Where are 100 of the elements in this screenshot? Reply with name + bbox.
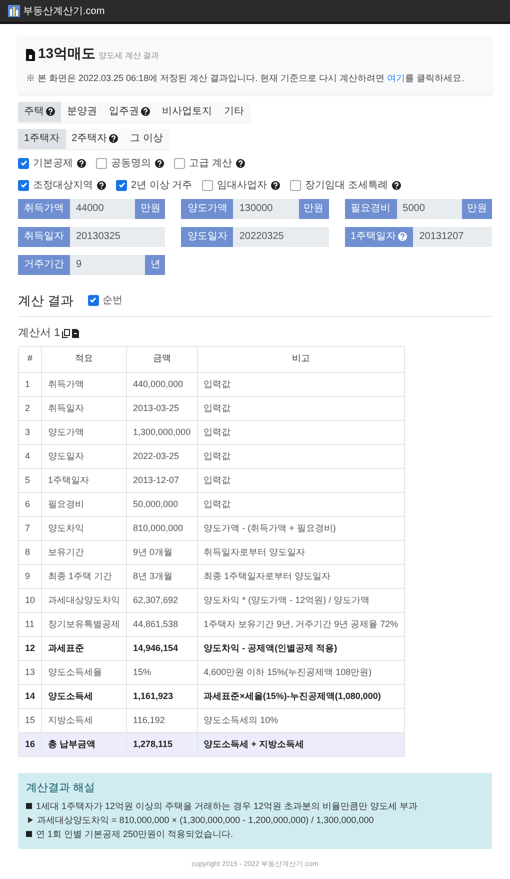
table-cell: 1 [18,372,42,396]
page-subtitle: 양도세 계산 결과 [98,50,160,62]
table-cell: 양도차익 - 공제액(인별공제 적용) [197,636,405,660]
table-cell: 총 납부금액 [42,732,127,756]
input-field[interactable]: 5000 [396,198,462,218]
help-icon[interactable] [46,107,55,116]
checkbox[interactable] [174,158,185,168]
saved-notice: ※ 본 화면은 2022.03.25 06:18에 저장된 계산 결과입니다. 현재 기준으로 다시 계산하려면 여기를 클릭하세요. [26,72,466,85]
input-field[interactable]: 130000 [233,198,299,218]
input-field[interactable]: 20220325 [233,226,329,246]
table-cell: 9 [18,564,42,588]
document-icon [26,49,35,61]
help-icon[interactable] [141,107,150,116]
tab[interactable]: 주택 [18,102,61,122]
table-cell: 양도가액 - (취득가액 + 필요경비) [197,516,405,540]
explanation-title: 계산결과 해설 [26,780,96,796]
column-header: 금액 [126,346,198,372]
tab[interactable]: 2주택자 [66,128,124,148]
tab[interactable]: 비사업토지 [156,102,218,122]
help-icon[interactable] [155,158,164,168]
input-field[interactable]: 9 [70,254,146,274]
table-cell: 입력값 [197,492,405,516]
square-bullet-icon [26,803,32,809]
explanation-text: 연 1회 인별 기본공제 250만원이 적용되었습니다. [36,828,234,841]
arrow-bullet-icon [28,817,33,823]
table-cell: 8 [18,540,42,564]
site-title[interactable]: 부동산계산기.com [23,4,105,18]
table-cell: 1주택자 보유기간 9년, 거주기간 9년 공제율 72% [197,612,405,636]
table-cell: 4,600만원 이하 15%(누진공제액 108만원) [197,660,405,684]
checkbox[interactable] [18,158,29,168]
explanation-text: 1세대 1주택자가 12억원 이상의 주택을 거래하는 경우 12억원 초과분의 비율만큼만 양도세 부과 [36,800,418,813]
help-icon[interactable] [97,180,106,190]
field-label: 취득가액 [18,198,70,218]
table-cell: 810,000,000 [126,516,198,540]
table-cell: 50,000,000 [126,492,198,516]
recalculate-link[interactable]: 여기 [387,73,406,83]
table-cell: 2022-03-25 [126,444,198,468]
table-cell: 양도가액 [42,420,127,444]
checkbox[interactable] [18,180,29,190]
help-icon[interactable] [236,158,245,168]
option-label[interactable]: 2년 이상 거주 [131,178,192,192]
checkbox[interactable] [202,180,214,190]
help-icon[interactable] [271,180,280,190]
option-label[interactable]: 조정대상지역 [33,178,93,192]
document-icon[interactable] [72,328,80,338]
tab[interactable]: 1주택자 [18,128,66,148]
tab[interactable]: 입주권 [103,102,156,122]
option-label[interactable]: 공동명의 [111,156,151,170]
option-label[interactable]: 순번 [102,292,123,308]
table-cell: 과세표준 [42,636,127,660]
checkbox[interactable] [290,180,302,190]
input-field[interactable]: 20131207 [413,226,492,246]
checkbox[interactable] [88,294,99,306]
table-cell: 양도차익 [42,516,127,540]
tab[interactable]: 그 이상 [124,128,169,148]
table-cell: 14 [18,684,42,708]
table-cell: 양도소득세 [42,684,127,708]
field-label: 취득일자 [18,226,70,246]
column-header: # [18,346,42,372]
help-icon[interactable] [77,158,86,168]
checkbox[interactable] [96,158,107,168]
field-label: 양도일자 [181,226,234,246]
input-field[interactable]: 44000 [70,198,136,218]
table-cell: 입력값 [197,420,405,444]
unit-label: 만원 [135,198,166,218]
help-icon[interactable] [392,180,401,190]
table-cell: 양도차익 * (양도가액 - 12억원) / 양도가액 [197,588,405,612]
option-label[interactable]: 장기임대 조세특례 [305,178,388,192]
field-label: 거주기간 [18,254,70,274]
input-field[interactable]: 20130325 [70,226,166,246]
column-header: 적요 [42,346,127,372]
table-cell: 과세표준×세율(15%)-누진공제액(1,080,000) [197,684,405,708]
field-label: 양도가액 [181,198,234,218]
table-cell: 필요경비 [42,492,127,516]
field-label: 필요경비 [344,198,397,218]
help-icon[interactable] [109,134,118,143]
table-cell: 1,278,115 [126,732,198,756]
option-label[interactable]: 임대사업자 [217,178,268,192]
option-label[interactable]: 고급 계산 [189,156,232,170]
table-cell: 9년 0개월 [126,540,198,564]
table-cell: 12 [18,636,42,660]
table-cell: 최종 1주택일자로부터 양도일자 [197,564,405,588]
tab[interactable]: 분양권 [61,102,103,122]
copy-icon[interactable] [62,328,70,338]
table-cell: 15 [18,708,42,732]
table-cell: 입력값 [197,396,405,420]
table-cell: 1주택일자 [42,468,127,492]
table-cell: 장기보유특별공제 [42,612,127,636]
statement-title: 계산서 1 [18,326,60,341]
checkbox[interactable] [116,180,127,190]
table-cell: 최종 1주택 기간 [42,564,127,588]
logo-icon[interactable] [8,5,20,17]
table-cell: 6 [18,492,42,516]
option-label[interactable]: 기본공제 [33,156,73,170]
table-cell: 11 [18,612,42,636]
square-bullet-icon [26,831,32,837]
table-cell: 2 [18,396,42,420]
table-cell: 양도소득세의 10% [197,708,405,732]
tab[interactable]: 기타 [218,102,250,122]
unit-label: 년 [145,254,166,274]
